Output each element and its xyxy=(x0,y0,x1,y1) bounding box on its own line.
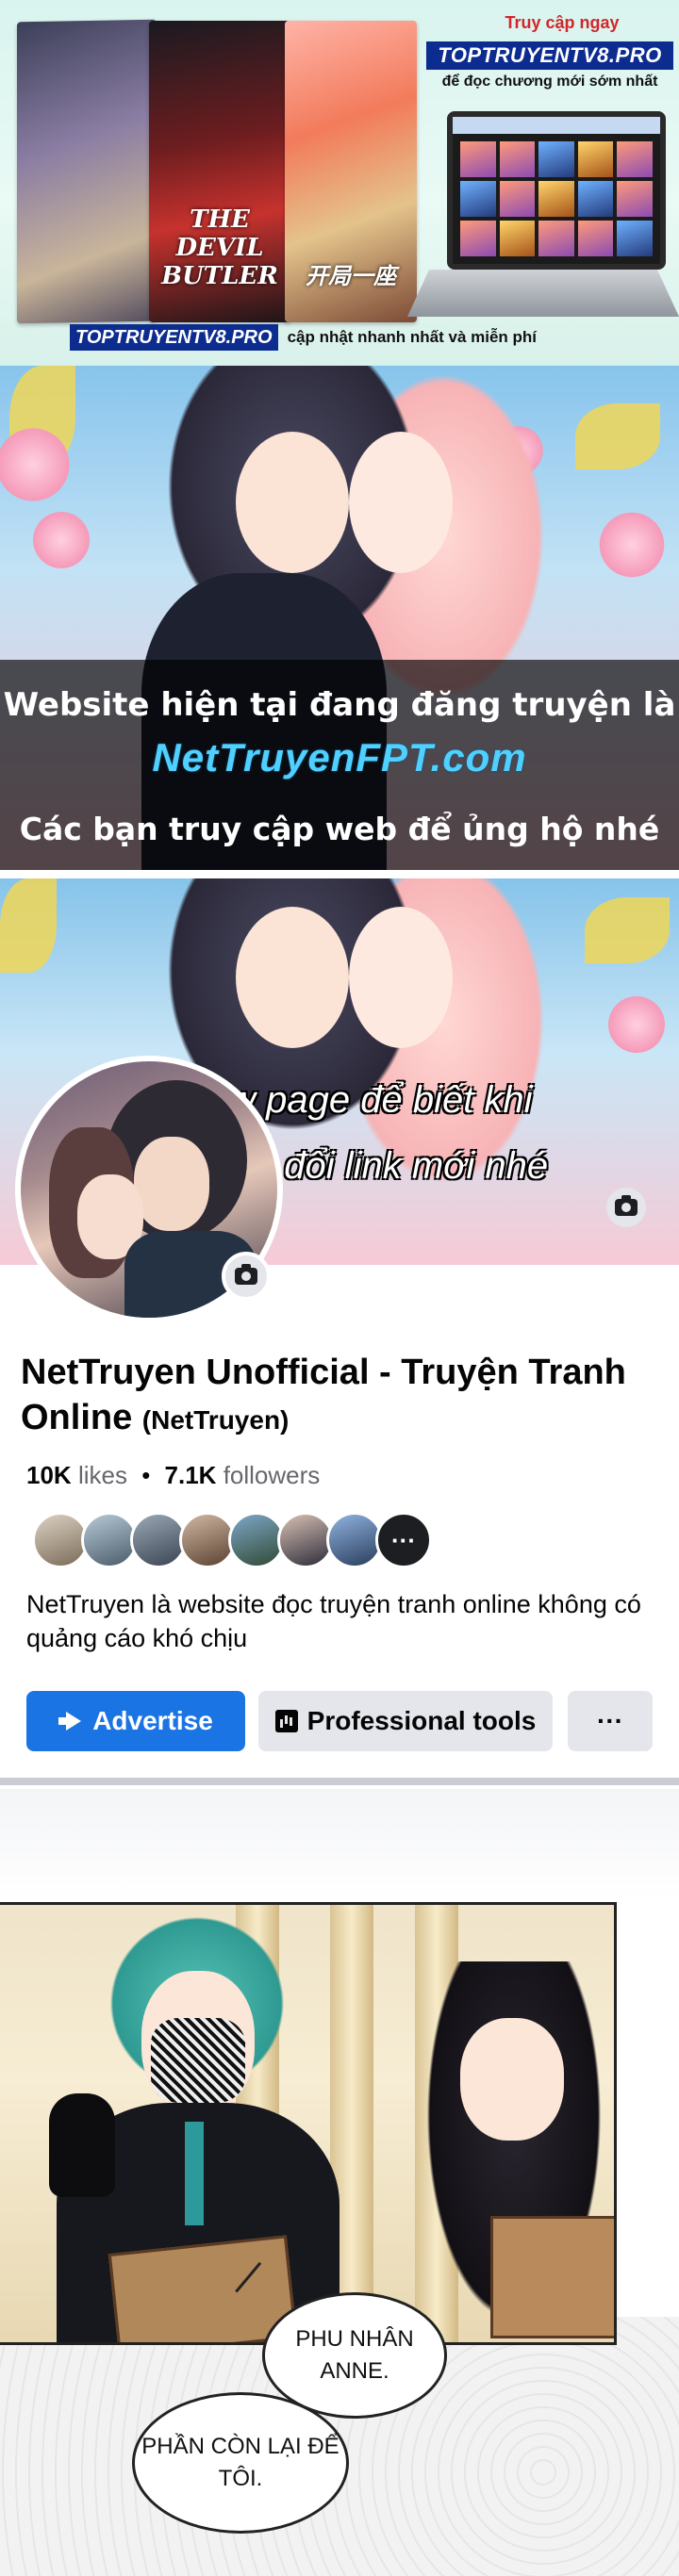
comic-cover-title: 开局一座 xyxy=(306,262,396,289)
cover-camera-button[interactable] xyxy=(606,1188,646,1227)
facebook-page-card: Follow page để biết khi nào web đổi link… xyxy=(0,878,679,1789)
manga-panel xyxy=(0,1902,617,2345)
friend-avatar[interactable] xyxy=(326,1512,383,1568)
leaf-decoration xyxy=(575,403,660,469)
more-friends-button[interactable]: ··· xyxy=(375,1512,432,1568)
comic-cover-title: THE DEVIL BUTLER xyxy=(161,205,278,290)
notice-banner: Website hiện tại đang đăng truyện là Net… xyxy=(0,366,679,870)
promo-headline: Truy cập ngay xyxy=(505,13,620,32)
friend-avatars: ··· xyxy=(32,1512,432,1568)
character-glove xyxy=(49,2093,115,2197)
professional-tools-label: Professional tools xyxy=(306,1706,537,1735)
more-icon: ··· xyxy=(597,1706,623,1735)
promo-footer-brand[interactable]: TOPTRUYENTV8.PRO xyxy=(70,324,278,351)
likes-count[interactable]: 10K xyxy=(26,1461,72,1489)
section-divider xyxy=(0,1778,679,1785)
promo-subline: để đọc chương mới sớm nhất xyxy=(441,74,658,90)
character-face xyxy=(349,432,453,573)
advertise-label: Advertise xyxy=(92,1706,213,1735)
page-name: NetTruyen Unofficial - Truyện Tranh Onli… xyxy=(21,1350,662,1440)
profile-camera-button[interactable] xyxy=(222,1252,271,1301)
promo-footer-tagline: cập nhật nhanh nhất và miễn phí xyxy=(287,328,538,346)
friend-avatar[interactable] xyxy=(277,1512,334,1568)
character-face xyxy=(460,2018,564,2141)
advertise-button[interactable]: Advertise xyxy=(26,1691,245,1751)
character-tie xyxy=(185,2122,204,2225)
likes-label[interactable]: likes xyxy=(78,1461,127,1489)
page-stats: 10K likes • 7.1K followers xyxy=(26,1461,320,1490)
manga-page: PHU NHÂN ANNE. PHẦN CÒN LẠI ĐỂ TÔI. xyxy=(0,1789,679,2576)
flower-decoration xyxy=(0,422,75,507)
more-options-button[interactable]: ··· xyxy=(568,1691,653,1751)
page-gap xyxy=(0,1789,679,1902)
laptop-base xyxy=(407,270,679,317)
friend-avatar[interactable] xyxy=(228,1512,285,1568)
friend-avatar[interactable] xyxy=(32,1512,89,1568)
comic-cover-2[interactable]: THE DEVIL BUTLER xyxy=(149,21,290,322)
browser-bar xyxy=(453,117,660,134)
laptop-illustration xyxy=(447,111,666,270)
comic-cover-3[interactable]: 开局一座 xyxy=(285,21,417,322)
character-face xyxy=(349,907,453,1048)
character-face xyxy=(236,907,349,1048)
stats-separator: • xyxy=(141,1461,151,1489)
character-mask xyxy=(151,2018,245,2103)
camera-icon xyxy=(235,1264,257,1285)
notice-line-1: Website hiện tại đang đăng truyện là xyxy=(3,686,676,724)
page-handle: (NetTruyen) xyxy=(141,1405,290,1435)
character-face xyxy=(236,432,349,573)
promo-footer: TOPTRUYENTV8.PRO cập nhật nhanh nhất và … xyxy=(70,324,537,351)
friend-avatar[interactable] xyxy=(130,1512,187,1568)
page-about: NetTruyen là website đọc truyện tranh on… xyxy=(26,1590,641,1652)
promo-brand-logo[interactable]: TOPTRUYENTV8.PRO xyxy=(426,41,673,70)
comic-cover-1[interactable] xyxy=(17,19,157,324)
notice-line-3: Các bạn truy cập web để ủng hộ nhé xyxy=(19,811,660,847)
followers-label[interactable]: followers xyxy=(224,1461,321,1489)
book xyxy=(490,2216,614,2338)
page: THE DEVIL BUTLER 开局一座 Truy cập ngay TOPT… xyxy=(0,0,679,2576)
profile-character-face xyxy=(134,1137,209,1231)
camera-icon xyxy=(615,1195,638,1216)
leaf-decoration xyxy=(585,897,670,963)
friend-avatar[interactable] xyxy=(179,1512,236,1568)
megaphone-icon xyxy=(58,1712,83,1731)
leaf-decoration xyxy=(0,878,57,973)
followers-count[interactable]: 7.1K xyxy=(165,1461,217,1489)
flower-decoration xyxy=(28,507,94,573)
page-title: NetTruyen Unofficial - Truyện Tranh Onli… xyxy=(21,1353,626,1437)
chart-icon xyxy=(274,1710,298,1732)
notice-site-link[interactable]: NetTruyenFPT.com xyxy=(0,735,679,780)
flower-decoration xyxy=(604,992,670,1058)
speech-bubble-2: PHẦN CÒN LẠI ĐỂ TÔI. xyxy=(132,2392,349,2534)
flower-decoration xyxy=(594,507,670,582)
friend-avatar[interactable] xyxy=(81,1512,138,1568)
thumbnail-grid xyxy=(460,141,653,256)
professional-tools-button[interactable]: Professional tools xyxy=(258,1691,553,1751)
promo-banner[interactable]: THE DEVIL BUTLER 开局一座 Truy cập ngay TOPT… xyxy=(0,0,679,366)
